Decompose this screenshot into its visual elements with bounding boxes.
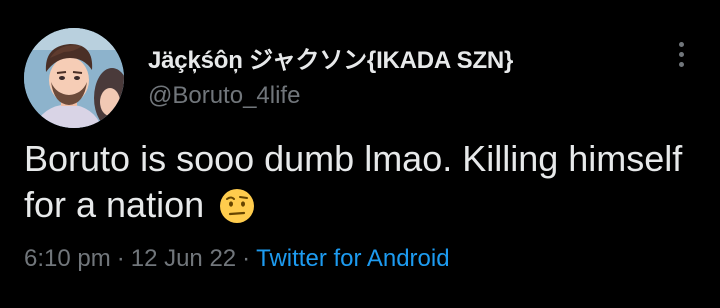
face-with-raised-eyebrow-icon (218, 187, 256, 236)
meta-separator: · (242, 245, 251, 272)
tweet-source-link[interactable]: Twitter for Android (256, 245, 449, 272)
tweet-card: Jäçķśôņ ジャクソン{IKADA SZN} @Boruto_4life B… (0, 0, 720, 308)
tweet-text-container: Boruto is sooo dumb lmao. Killing himsel… (24, 136, 684, 236)
tweet-metadata: 6:10 pm · 12 Jun 22 · Twitter for Android (24, 245, 450, 273)
tweet-text: Boruto is sooo dumb lmao. Killing himsel… (24, 138, 683, 225)
avatar[interactable] (24, 28, 124, 128)
meta-separator: · (116, 245, 125, 272)
tweet-time[interactable]: 6:10 pm (24, 245, 111, 272)
tweet-date[interactable]: 12 Jun 22 (131, 245, 236, 272)
author-display-name[interactable]: Jäçķśôņ ジャクソン{IKADA SZN} (148, 40, 513, 75)
more-options-icon[interactable] (670, 40, 694, 70)
author-handle[interactable]: @Boruto_4life (148, 82, 300, 110)
